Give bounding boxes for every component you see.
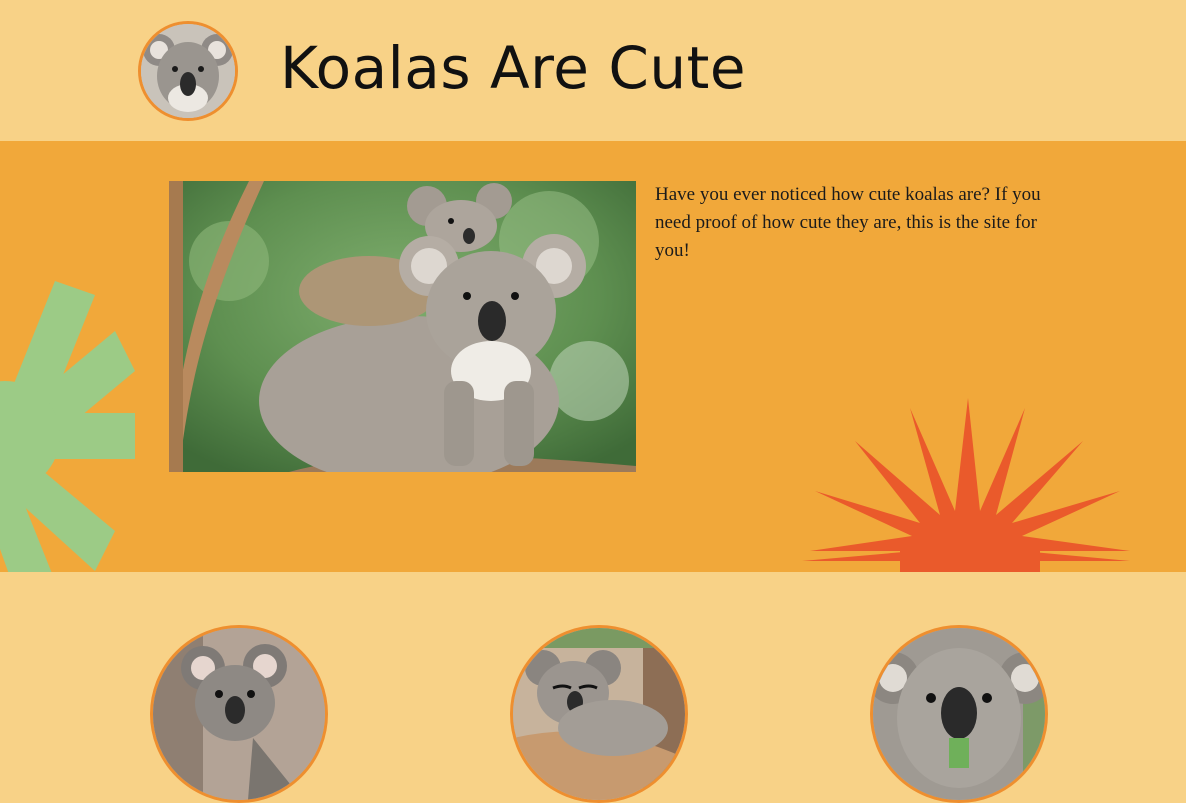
koala-logo[interactable]	[138, 21, 238, 121]
intro-text: Have you ever noticed how cute koalas ar…	[655, 184, 1041, 261]
gallery-koala-photo-1[interactable]	[150, 625, 328, 803]
koala-face-icon	[141, 24, 235, 118]
site-header: Koalas Are Cute	[0, 0, 1186, 141]
koala-gallery	[0, 572, 1186, 803]
hero-section: Have you ever noticed how cute koalas ar…	[0, 141, 1186, 572]
asterisk-decoration	[0, 281, 135, 572]
starburst-decoration	[802, 398, 1130, 572]
gallery-koala-photo-3[interactable]	[870, 625, 1048, 803]
hero-koala-photo	[169, 181, 636, 472]
page-title: Koalas Are Cute	[280, 34, 747, 102]
gallery-koala-photo-2[interactable]	[510, 625, 688, 803]
